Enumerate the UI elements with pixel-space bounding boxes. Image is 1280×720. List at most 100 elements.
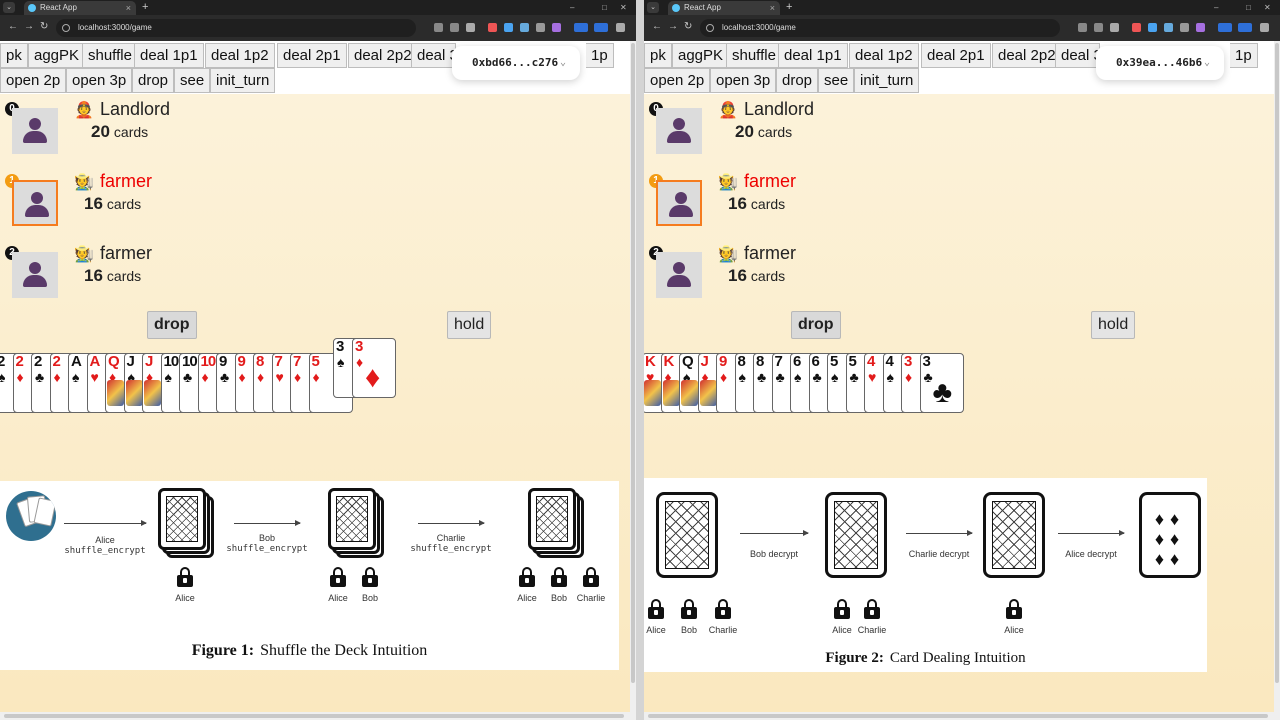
card-rank: 7 bbox=[293, 353, 301, 370]
extension-purple-icon[interactable] bbox=[552, 23, 561, 32]
forward-icon[interactable]: → bbox=[24, 21, 34, 32]
card-suit-icon: ♦ bbox=[53, 369, 61, 385]
card-suit-icon: ♠ bbox=[72, 369, 80, 385]
new-tab-button[interactable]: + bbox=[142, 0, 148, 15]
card-suit-icon: ♣ bbox=[183, 369, 193, 385]
zoom-icon[interactable] bbox=[1094, 23, 1103, 32]
arrow-label: Bob decrypt bbox=[749, 549, 799, 559]
tab-search-button[interactable]: ⌄ bbox=[647, 2, 659, 13]
close-tab-icon[interactable]: × bbox=[770, 1, 775, 15]
horizontal-scrollbar[interactable] bbox=[0, 712, 636, 720]
arrow-label-actor: Alice bbox=[95, 535, 115, 545]
card-suit-icon: ♠ bbox=[794, 369, 802, 385]
cast-icon[interactable] bbox=[1078, 23, 1087, 32]
url-bar[interactable]: localhost:3000/game bbox=[700, 19, 1060, 37]
game-page: pk aggPK shuffle deal 1p1 deal 1p2 deal 2p1 de… bbox=[0, 41, 630, 712]
arrow-label-actor: Bob bbox=[258, 533, 275, 543]
extension-red-icon[interactable] bbox=[488, 23, 497, 32]
minimize-button[interactable]: – bbox=[570, 0, 574, 15]
profile-badge-icon[interactable] bbox=[1238, 23, 1252, 32]
more-menu-icon[interactable] bbox=[1260, 23, 1269, 32]
cast-icon[interactable] bbox=[434, 23, 443, 32]
react-favicon-icon bbox=[28, 4, 36, 12]
bookmark-star-icon[interactable] bbox=[1110, 23, 1119, 32]
profile-icon[interactable] bbox=[574, 23, 588, 32]
extensions-puzzle-icon[interactable] bbox=[536, 23, 545, 32]
extension-purple-icon[interactable] bbox=[1196, 23, 1205, 32]
close-window-button[interactable]: ✕ bbox=[1264, 0, 1271, 15]
playing-card[interactable]: 3 ♦ ♦ bbox=[352, 338, 396, 398]
browser-tab[interactable]: React App × bbox=[668, 1, 780, 15]
forward-icon[interactable]: → bbox=[668, 21, 678, 32]
card-suit-icon: ♠ bbox=[164, 369, 172, 385]
extension-blue-icon[interactable] bbox=[504, 23, 513, 32]
window-divider[interactable] bbox=[636, 0, 644, 720]
card-suit-icon: ♣ bbox=[812, 369, 822, 385]
browser-tab[interactable]: React App × bbox=[24, 1, 136, 15]
card-face-art bbox=[662, 380, 680, 406]
card-rank: 9 bbox=[719, 353, 727, 370]
card-face-art bbox=[144, 380, 161, 406]
close-window-button[interactable]: ✕ bbox=[620, 0, 627, 15]
url-bar[interactable]: localhost:3000/game bbox=[56, 19, 416, 37]
extension-cyan-icon[interactable] bbox=[520, 23, 529, 32]
lock-icon bbox=[681, 599, 697, 621]
card-back-icon bbox=[825, 492, 887, 578]
close-tab-icon[interactable]: × bbox=[126, 1, 131, 15]
card-rank: 2 bbox=[0, 354, 5, 370]
more-menu-icon[interactable] bbox=[616, 23, 625, 32]
profile-icon[interactable] bbox=[1218, 23, 1232, 32]
zoom-icon[interactable] bbox=[450, 23, 459, 32]
card-rank: 6 bbox=[811, 353, 820, 370]
back-icon[interactable]: ← bbox=[8, 21, 18, 32]
back-icon[interactable]: ← bbox=[652, 21, 662, 32]
extension-red-icon[interactable] bbox=[1132, 23, 1141, 32]
lock-body bbox=[330, 575, 346, 587]
figure-panel: Alice shuffle_encrypt Bob shuffle_encrypt Ch… bbox=[0, 481, 619, 670]
card-rank: K bbox=[663, 353, 675, 370]
extension-blue-icon[interactable] bbox=[1148, 23, 1157, 32]
reload-icon[interactable]: ↻ bbox=[684, 21, 692, 32]
card-rank: 8 bbox=[256, 353, 264, 370]
reload-icon[interactable]: ↻ bbox=[40, 21, 48, 32]
playing-card[interactable]: 3 ♣ ♣ bbox=[919, 353, 964, 413]
card-suit-icon: ♠ bbox=[886, 369, 894, 385]
card-rank: 5 bbox=[848, 353, 857, 370]
card-suit-icon: ♣ bbox=[757, 369, 767, 385]
profile-badge-icon[interactable] bbox=[594, 23, 608, 32]
lock-label: Alice bbox=[175, 593, 195, 603]
new-tab-button[interactable]: + bbox=[786, 0, 792, 15]
card-suit-icon: ♠ bbox=[0, 369, 5, 385]
bookmark-star-icon[interactable] bbox=[466, 23, 475, 32]
card-back-icon bbox=[656, 492, 718, 578]
lock-label: Charlie bbox=[857, 625, 887, 635]
card-rank: J bbox=[700, 353, 709, 370]
horizontal-scrollbar[interactable] bbox=[644, 712, 1280, 720]
card-back-icon bbox=[528, 488, 576, 550]
tab-search-button[interactable]: ⌄ bbox=[3, 2, 15, 13]
lock-icon bbox=[583, 567, 599, 589]
extensions-puzzle-icon[interactable] bbox=[1180, 23, 1189, 32]
arrow-icon bbox=[64, 520, 147, 526]
site-info-icon[interactable] bbox=[706, 24, 714, 32]
card-six-diamonds-icon: ♦♦ ♦♦ ♦♦ bbox=[1139, 492, 1201, 578]
figure-caption-text: Shuffle the Deck Intuition bbox=[260, 642, 428, 659]
card-rank: J bbox=[145, 353, 153, 370]
figure-caption: Figure 1: Shuffle the Deck Intuition bbox=[0, 642, 619, 660]
site-info-icon[interactable] bbox=[62, 24, 70, 32]
lock-body bbox=[1006, 607, 1022, 619]
card-suit-icon: ♥ bbox=[90, 369, 99, 385]
card-rank: 6 bbox=[793, 353, 801, 370]
maximize-button[interactable]: □ bbox=[1246, 0, 1251, 15]
vertical-scrollbar[interactable] bbox=[1274, 41, 1280, 712]
card-rank: 4 bbox=[885, 353, 894, 370]
lock-icon bbox=[362, 567, 378, 589]
lock-icon bbox=[715, 599, 731, 621]
card-icon bbox=[33, 497, 56, 527]
maximize-button[interactable]: □ bbox=[602, 0, 607, 15]
extension-cyan-icon[interactable] bbox=[1164, 23, 1173, 32]
card-rank: 9 bbox=[237, 353, 246, 370]
card-back-pattern bbox=[166, 496, 198, 542]
card-face-art bbox=[681, 380, 698, 406]
minimize-button[interactable]: – bbox=[1214, 0, 1218, 15]
